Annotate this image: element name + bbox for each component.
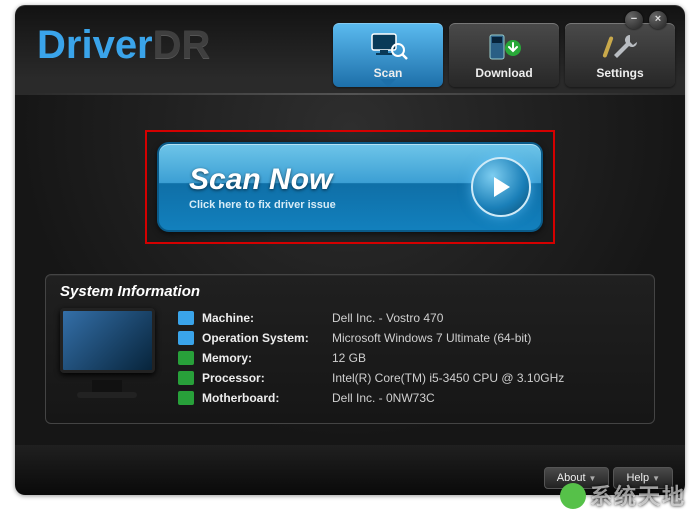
- settings-tools-icon: [600, 30, 640, 64]
- system-info-table: Machine: Dell Inc. - Vostro 470 Operatio…: [178, 308, 564, 408]
- os-icon: [178, 331, 194, 345]
- system-info-panel: System Information Machine: Dell Inc. - …: [45, 274, 655, 424]
- close-button[interactable]: ×: [649, 11, 667, 29]
- logo-text-b: DR: [153, 23, 211, 67]
- tab-settings-label: Settings: [596, 66, 643, 80]
- download-icon: [486, 30, 522, 64]
- minimize-button[interactable]: −: [625, 11, 643, 29]
- sysinfo-row-os: Operation System: Microsoft Windows 7 Ul…: [178, 328, 564, 348]
- processor-icon: [178, 371, 194, 385]
- sysinfo-val: Dell Inc. - 0NW73C: [332, 391, 435, 405]
- sysinfo-key: Memory:: [202, 351, 332, 365]
- memory-icon: [178, 351, 194, 365]
- scan-title: Scan Now: [189, 163, 336, 197]
- watermark-text: 系统天地: [590, 484, 686, 509]
- main-panel: Scan Now Click here to fix driver issue …: [15, 95, 685, 445]
- logo-text-a: Driver: [37, 23, 153, 67]
- sysinfo-row-motherboard: Motherboard: Dell Inc. - 0NW73C: [178, 388, 564, 408]
- tab-settings[interactable]: Settings: [565, 23, 675, 87]
- monitor-search-icon: [368, 30, 408, 64]
- sysinfo-key: Machine:: [202, 311, 332, 325]
- tab-scan[interactable]: Scan: [333, 23, 443, 87]
- sysinfo-val: Dell Inc. - Vostro 470: [332, 311, 443, 325]
- sysinfo-key: Operation System:: [202, 331, 332, 345]
- tab-scan-label: Scan: [374, 66, 403, 80]
- tab-download[interactable]: Download: [449, 23, 559, 87]
- scan-button-text: Scan Now Click here to fix driver issue: [189, 163, 336, 211]
- sysinfo-row-processor: Processor: Intel(R) Core(TM) i5-3450 CPU…: [178, 368, 564, 388]
- sysinfo-key: Motherboard:: [202, 391, 332, 405]
- motherboard-icon: [178, 391, 194, 405]
- app-window: − × DriverDR Scan: [15, 5, 685, 495]
- scan-now-button[interactable]: Scan Now Click here to fix driver issue: [157, 142, 543, 232]
- computer-monitor-icon: [60, 308, 160, 398]
- play-arrow-icon: [471, 157, 531, 217]
- system-info-title: System Information: [60, 283, 640, 300]
- main-tabs: Scan Download: [333, 23, 675, 87]
- sysinfo-row-machine: Machine: Dell Inc. - Vostro 470: [178, 308, 564, 328]
- sysinfo-row-memory: Memory: 12 GB: [178, 348, 564, 368]
- sysinfo-key: Processor:: [202, 371, 332, 385]
- scan-highlight-box: Scan Now Click here to fix driver issue: [145, 130, 555, 244]
- watermark-logo-icon: [560, 483, 586, 509]
- watermark: 系统天地: [560, 479, 686, 511]
- sysinfo-val: Intel(R) Core(TM) i5-3450 CPU @ 3.10GHz: [332, 371, 564, 385]
- window-controls: − ×: [625, 11, 667, 29]
- sysinfo-val: Microsoft Windows 7 Ultimate (64-bit): [332, 331, 531, 345]
- machine-icon: [178, 311, 194, 325]
- header: DriverDR Scan: [15, 5, 685, 93]
- scan-subtitle: Click here to fix driver issue: [189, 199, 336, 211]
- app-logo: DriverDR: [37, 23, 210, 68]
- sysinfo-val: 12 GB: [332, 351, 366, 365]
- tab-download-label: Download: [475, 66, 532, 80]
